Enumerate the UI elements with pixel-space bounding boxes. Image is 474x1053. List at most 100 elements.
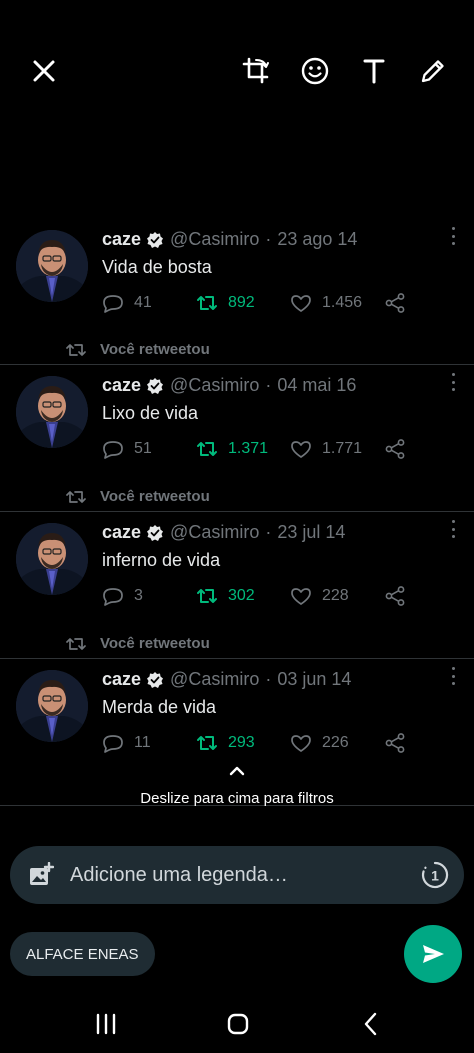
share-icon bbox=[385, 586, 405, 606]
like-button[interactable]: 226 bbox=[290, 732, 349, 754]
svg-text:1: 1 bbox=[431, 868, 439, 884]
retweet-icon bbox=[197, 589, 217, 603]
reply-count: 3 bbox=[134, 587, 143, 604]
tweet-header: caze @Casimiro · 23 jul 14 bbox=[102, 522, 345, 543]
avatar[interactable] bbox=[16, 670, 88, 742]
recent-apps-icon bbox=[96, 1013, 116, 1035]
add-photo-icon[interactable] bbox=[28, 862, 54, 888]
retweet-small-icon bbox=[66, 637, 86, 650]
share-button[interactable] bbox=[384, 585, 406, 607]
crop-rotate-button[interactable] bbox=[237, 52, 275, 90]
emoji-icon bbox=[301, 57, 329, 85]
like-count: 226 bbox=[322, 734, 349, 751]
author-name[interactable]: caze bbox=[102, 229, 141, 250]
reply-icon bbox=[103, 441, 123, 459]
like-count: 1.771 bbox=[322, 440, 363, 457]
share-button[interactable] bbox=[384, 292, 406, 314]
chevron-up-icon bbox=[229, 766, 245, 776]
separator: · bbox=[265, 229, 272, 249]
like-button[interactable]: 1.771 bbox=[290, 438, 362, 460]
verified-badge-icon bbox=[147, 671, 164, 688]
reply-count: 51 bbox=[134, 440, 152, 457]
retweeted-label: Você retweetou bbox=[100, 488, 210, 505]
avatar-image bbox=[16, 230, 88, 302]
author-name[interactable]: caze bbox=[102, 522, 141, 543]
caption-input[interactable]: Adicione uma legenda… bbox=[70, 864, 288, 887]
recipient-chip[interactable]: ALFACE ENEAS bbox=[10, 932, 155, 976]
retweet-button[interactable]: 892 bbox=[196, 292, 255, 314]
share-icon bbox=[385, 733, 405, 753]
crop-rotate-icon bbox=[242, 57, 269, 84]
avatar[interactable] bbox=[16, 376, 88, 448]
reply-button[interactable]: 11 bbox=[102, 732, 151, 754]
filters-hint[interactable]: Deslize para cima para filtros bbox=[0, 764, 474, 807]
more-options-icon[interactable] bbox=[450, 373, 456, 391]
reply-button[interactable]: 3 bbox=[102, 585, 143, 607]
reply-count: 11 bbox=[134, 734, 151, 751]
tweet-date[interactable]: 04 mai 16 bbox=[277, 375, 356, 396]
avatar-image bbox=[16, 523, 88, 595]
sticker-button[interactable] bbox=[296, 52, 334, 90]
retweet-icon bbox=[197, 442, 217, 456]
reply-count: 41 bbox=[134, 294, 152, 311]
tweet-date[interactable]: 23 ago 14 bbox=[277, 229, 357, 250]
view-once-icon[interactable]: 1 bbox=[420, 860, 450, 890]
caption-bar: Adicione uma legenda… 1 bbox=[10, 846, 464, 904]
text-tool-button[interactable] bbox=[355, 52, 393, 90]
tweet-actions: 51 1.371 1.771 bbox=[102, 438, 412, 462]
author-handle[interactable]: @Casimiro bbox=[170, 669, 259, 690]
author-handle[interactable]: @Casimiro bbox=[170, 522, 259, 543]
author-name[interactable]: caze bbox=[102, 375, 141, 396]
reply-icon bbox=[103, 735, 123, 753]
home-button[interactable] bbox=[223, 1009, 253, 1039]
retweet-button[interactable]: 293 bbox=[196, 732, 255, 754]
author-name[interactable]: caze bbox=[102, 669, 141, 690]
reply-icon bbox=[103, 588, 123, 606]
like-button[interactable]: 1.456 bbox=[290, 292, 362, 314]
avatar[interactable] bbox=[16, 230, 88, 302]
share-icon bbox=[385, 293, 405, 313]
share-button[interactable] bbox=[384, 732, 406, 754]
verified-badge-icon bbox=[147, 524, 164, 541]
home-icon bbox=[227, 1013, 249, 1035]
tweet-text: inferno de vida bbox=[102, 550, 221, 570]
share-button[interactable] bbox=[384, 438, 406, 460]
retweet-icon bbox=[197, 296, 217, 310]
reply-button[interactable]: 41 bbox=[102, 292, 152, 314]
author-handle[interactable]: @Casimiro bbox=[170, 229, 259, 250]
tweet-text: Merda de vida bbox=[102, 697, 217, 717]
tweet-actions: 41 892 1.456 bbox=[102, 292, 412, 316]
recent-apps-button[interactable] bbox=[91, 1009, 121, 1039]
verified-badge-icon bbox=[147, 377, 164, 394]
reply-icon bbox=[103, 295, 123, 313]
avatar[interactable] bbox=[16, 523, 88, 595]
more-options-icon[interactable] bbox=[450, 227, 456, 245]
back-button[interactable] bbox=[356, 1009, 386, 1039]
tweet-date[interactable]: 23 jul 14 bbox=[277, 522, 345, 543]
tweet-text: Lixo de vida bbox=[102, 403, 199, 423]
close-button[interactable] bbox=[25, 52, 63, 90]
tweet-actions: 3 302 228 bbox=[102, 585, 412, 609]
retweet-small-icon bbox=[66, 490, 86, 503]
send-button[interactable] bbox=[404, 925, 462, 983]
filters-hint-text: Deslize para cima para filtros bbox=[140, 790, 334, 807]
avatar-image bbox=[16, 376, 88, 448]
more-options-icon[interactable] bbox=[450, 520, 456, 538]
close-icon bbox=[33, 60, 55, 82]
retweeted-label: Você retweetou bbox=[100, 635, 210, 652]
like-button[interactable]: 228 bbox=[290, 585, 349, 607]
retweet-button[interactable]: 302 bbox=[196, 585, 255, 607]
tweet-header: caze @Casimiro · 23 ago 14 bbox=[102, 229, 357, 250]
heart-icon bbox=[291, 295, 311, 312]
author-handle[interactable]: @Casimiro bbox=[170, 375, 259, 396]
retweeted-label: Você retweetou bbox=[100, 341, 210, 358]
reply-button[interactable]: 51 bbox=[102, 438, 152, 460]
retweet-button[interactable]: 1.371 bbox=[196, 438, 268, 460]
more-options-icon[interactable] bbox=[450, 667, 456, 685]
tweet-header: caze @Casimiro · 03 jun 14 bbox=[102, 669, 351, 690]
tweet-date[interactable]: 03 jun 14 bbox=[277, 669, 351, 690]
retweet-count: 293 bbox=[228, 734, 255, 751]
send-icon bbox=[423, 945, 444, 963]
like-count: 228 bbox=[322, 587, 349, 604]
draw-button[interactable] bbox=[414, 52, 452, 90]
